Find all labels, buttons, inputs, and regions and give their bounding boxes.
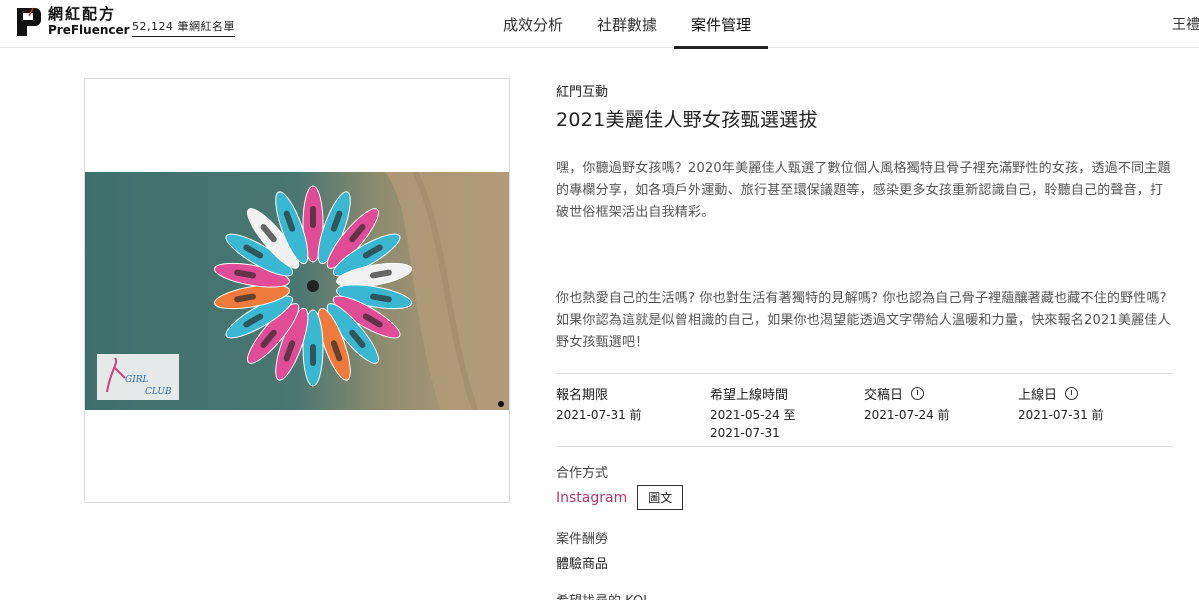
svg-text:CLUB: CLUB: [145, 387, 172, 397]
reward-value: 體驗商品: [556, 557, 609, 572]
info-icon[interactable]: [911, 387, 925, 400]
info-icon[interactable]: [1065, 387, 1079, 400]
paddler: [310, 344, 316, 366]
nav-case-management[interactable]: 案件管理: [674, 0, 769, 49]
logo-chinese-name: 網紅配方: [48, 4, 117, 23]
main-nav: 成效分析 社群數據 案件管理: [486, 0, 769, 49]
kol-section: 希望找尋的 KOL: [556, 590, 650, 600]
platform-instagram: Instagram: [556, 489, 628, 506]
logo-english-name: PreFluencer: [48, 22, 130, 37]
meta-label: 希望上線時間: [710, 388, 789, 403]
meta-value: 2021-07-24 前: [864, 408, 950, 422]
cooperation-label: 合作方式: [556, 466, 609, 481]
campaign-description: 你也熱愛自己的生活嗎? 你也對生活有著獨特的見解嗎? 你也認為自己骨子裡蘊釀著藏…: [556, 291, 1171, 350]
meta-launch-window: 希望上線時間 2021-05-24 至 2021-07-31: [710, 374, 864, 446]
meta-value: 2021-05-24 至 2021-07-31: [710, 408, 796, 440]
kol-label: 希望找尋的 KOL: [556, 590, 650, 600]
meta-label: 上線日: [1018, 388, 1058, 403]
meta-submission-date: 交稿日 2021-07-24 前: [864, 374, 1018, 446]
meta-value: 2021-07-31 前: [556, 408, 642, 422]
top-header: 網紅配方 PreFluencer 52,124 筆網紅名單 成效分析 社群數據 …: [0, 0, 1199, 49]
paddler: [310, 206, 316, 228]
campaign-photo: GIRL CLUB: [85, 172, 509, 410]
svg-text:GIRL: GIRL: [125, 375, 149, 385]
meta-label: 交稿日: [864, 388, 904, 403]
reward-section: 案件酬勞 體驗商品: [556, 528, 608, 572]
schedule-info: 報名期限 2021-07-31 前 希望上線時間 2021-05-24 至 20…: [556, 373, 1173, 447]
campaign-details: 紅門互動 2021美麗佳人野女孩甄選選拔 嘿，你聽過野女孩嗎？2020年美麗佳人…: [556, 78, 1173, 600]
meta-value: 2021-07-31 前: [1018, 408, 1104, 422]
reward-label: 案件酬勞: [556, 532, 609, 547]
meta-signup-deadline: 報名期限 2021-07-31 前: [556, 374, 710, 446]
cooperation-section: 合作方式 Instagram 圖文: [556, 462, 684, 510]
nav-performance-analysis[interactable]: 成效分析: [486, 0, 580, 48]
campaign-title: 2021美麗佳人野女孩甄選選拔: [556, 109, 818, 131]
campaign-image-card: GIRL CLUB: [84, 78, 510, 503]
meta-label: 報名期限: [556, 388, 609, 403]
format-tag: 圖文: [637, 485, 684, 510]
brand-name: 紅門互動: [556, 85, 609, 100]
logo-mark-icon: [14, 6, 42, 36]
paddleboard-flower-photo: GIRL CLUB: [85, 172, 509, 410]
user-menu[interactable]: 王禮: [1172, 14, 1199, 34]
campaign-intro: 嘿，你聽過野女孩嗎？2020年美麗佳人甄選了數位個人風格獨特且骨子裡充滿野性的女…: [556, 161, 1171, 220]
nav-social-data[interactable]: 社群數據: [580, 0, 674, 48]
meta-publish-date: 上線日 2021-07-31 前: [1018, 374, 1172, 446]
brand-logo[interactable]: 網紅配方 PreFluencer: [14, 6, 130, 36]
influencer-count-link[interactable]: 52,124 筆網紅名單: [132, 18, 235, 37]
